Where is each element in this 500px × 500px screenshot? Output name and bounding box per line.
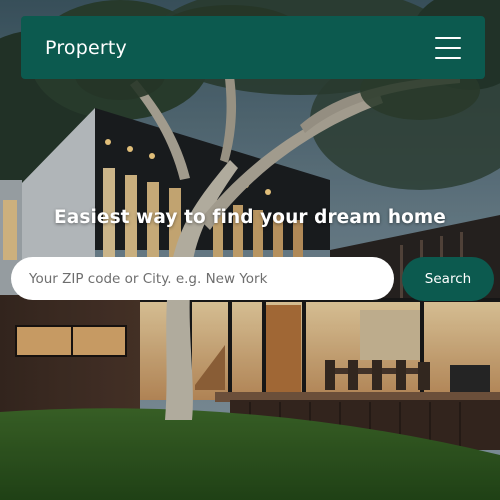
brand-logo-text[interactable]: Property bbox=[45, 37, 127, 59]
search-button[interactable]: Search bbox=[402, 257, 494, 301]
hamburger-menu-icon[interactable] bbox=[435, 36, 461, 59]
menu-line bbox=[435, 56, 461, 59]
top-nav-bar: Property bbox=[21, 16, 485, 79]
menu-line bbox=[435, 36, 461, 39]
location-search-input[interactable] bbox=[11, 257, 394, 300]
menu-line bbox=[435, 46, 461, 49]
hero-headline: Easiest way to find your dream home bbox=[54, 207, 446, 228]
